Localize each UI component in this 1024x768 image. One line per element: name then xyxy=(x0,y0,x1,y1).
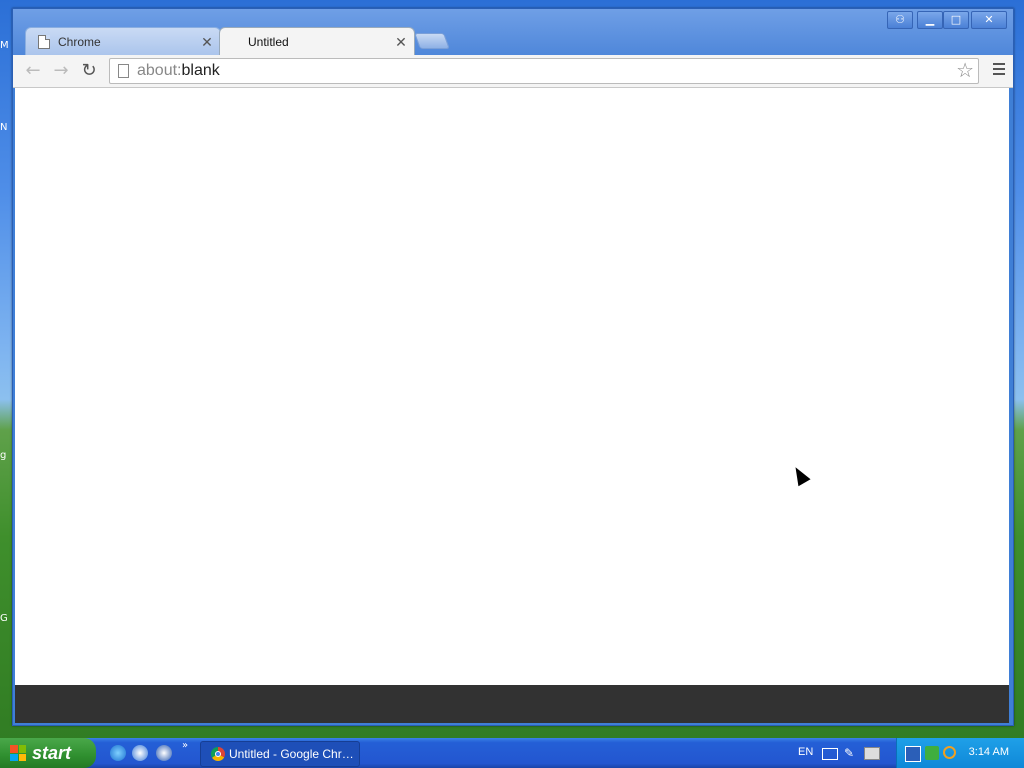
pen-icon[interactable]: ✎ xyxy=(844,746,858,760)
clock: 3:14 AM xyxy=(968,746,1009,758)
tab-close-icon[interactable]: ✕ xyxy=(198,34,216,51)
media-player-icon[interactable] xyxy=(156,745,172,761)
taskbar-item-label: Untitled - Google Chr… xyxy=(229,747,354,761)
back-button[interactable]: ← xyxy=(23,61,43,81)
maximize-button[interactable]: □ xyxy=(943,11,969,29)
tab-untitled[interactable]: Untitled ✕ xyxy=(219,27,415,56)
maximize-icon: □ xyxy=(950,13,962,26)
tab-label: Chrome xyxy=(58,35,101,49)
email-icon[interactable] xyxy=(132,745,148,761)
forward-button[interactable]: → xyxy=(51,61,71,81)
hamburger-icon xyxy=(993,68,1005,70)
page-content[interactable] xyxy=(15,88,1009,685)
page-icon xyxy=(38,35,50,49)
address-bar[interactable]: about: blank ☆ xyxy=(109,58,979,84)
internet-explorer-icon[interactable] xyxy=(110,745,126,761)
search-icon[interactable] xyxy=(943,746,956,759)
person-icon: ⚇ xyxy=(895,13,905,26)
new-tab-button[interactable] xyxy=(414,33,450,49)
close-window-button[interactable]: ✕ xyxy=(971,11,1007,29)
desktop-icon-fragment: g xyxy=(0,450,7,461)
browser-toolbar: ← → ↻ about: blank ☆ xyxy=(13,55,1013,88)
tab-close-icon[interactable]: ✕ xyxy=(392,34,410,51)
language-indicator[interactable]: EN xyxy=(798,746,813,758)
tab-label: Untitled xyxy=(248,35,289,49)
keyboard-icon[interactable] xyxy=(822,748,838,760)
url-scheme: about: xyxy=(137,62,182,79)
chrome-window: Chrome ✕ Untitled ✕ ⚇ ▁ □ ✕ ← → ↻ about:… xyxy=(12,8,1014,726)
network-icon[interactable] xyxy=(905,746,921,762)
close-icon: ✕ xyxy=(984,13,994,26)
star-icon[interactable]: ☆ xyxy=(956,59,974,83)
security-shield-icon[interactable] xyxy=(925,746,939,760)
tab-chrome[interactable]: Chrome ✕ xyxy=(25,27,221,56)
desktop-icon-fragment: G xyxy=(0,613,8,624)
chrome-icon xyxy=(211,747,225,761)
minimize-icon: ▁ xyxy=(925,13,935,26)
start-label: start xyxy=(32,742,72,763)
profile-button[interactable]: ⚇ xyxy=(887,11,913,29)
reload-button[interactable]: ↻ xyxy=(79,61,99,81)
start-button[interactable]: start xyxy=(0,738,96,768)
page-icon xyxy=(118,64,129,78)
hamburger-icon xyxy=(993,63,1005,65)
taskbar: start » Untitled - Google Chr… EN ✎ 3:14… xyxy=(0,738,1024,768)
reload-icon: ↻ xyxy=(81,60,97,81)
windows-flag-icon xyxy=(10,745,26,761)
arrow-right-icon: → xyxy=(53,60,69,81)
chevron-right-icon[interactable]: » xyxy=(182,740,188,751)
display-icon[interactable] xyxy=(864,747,880,760)
desktop-icon-fragment: N xyxy=(0,122,8,133)
chrome-menu-button[interactable] xyxy=(993,63,1005,78)
desktop-icon-fragment: M xyxy=(0,40,9,51)
minimize-button[interactable]: ▁ xyxy=(917,11,943,29)
system-tray: 3:14 AM xyxy=(896,738,1024,768)
bottom-bar xyxy=(15,685,1009,723)
taskbar-item-chrome[interactable]: Untitled - Google Chr… xyxy=(200,741,360,767)
url-host: blank xyxy=(181,62,220,79)
arrow-left-icon: ← xyxy=(25,60,41,81)
hamburger-icon xyxy=(993,73,1005,75)
